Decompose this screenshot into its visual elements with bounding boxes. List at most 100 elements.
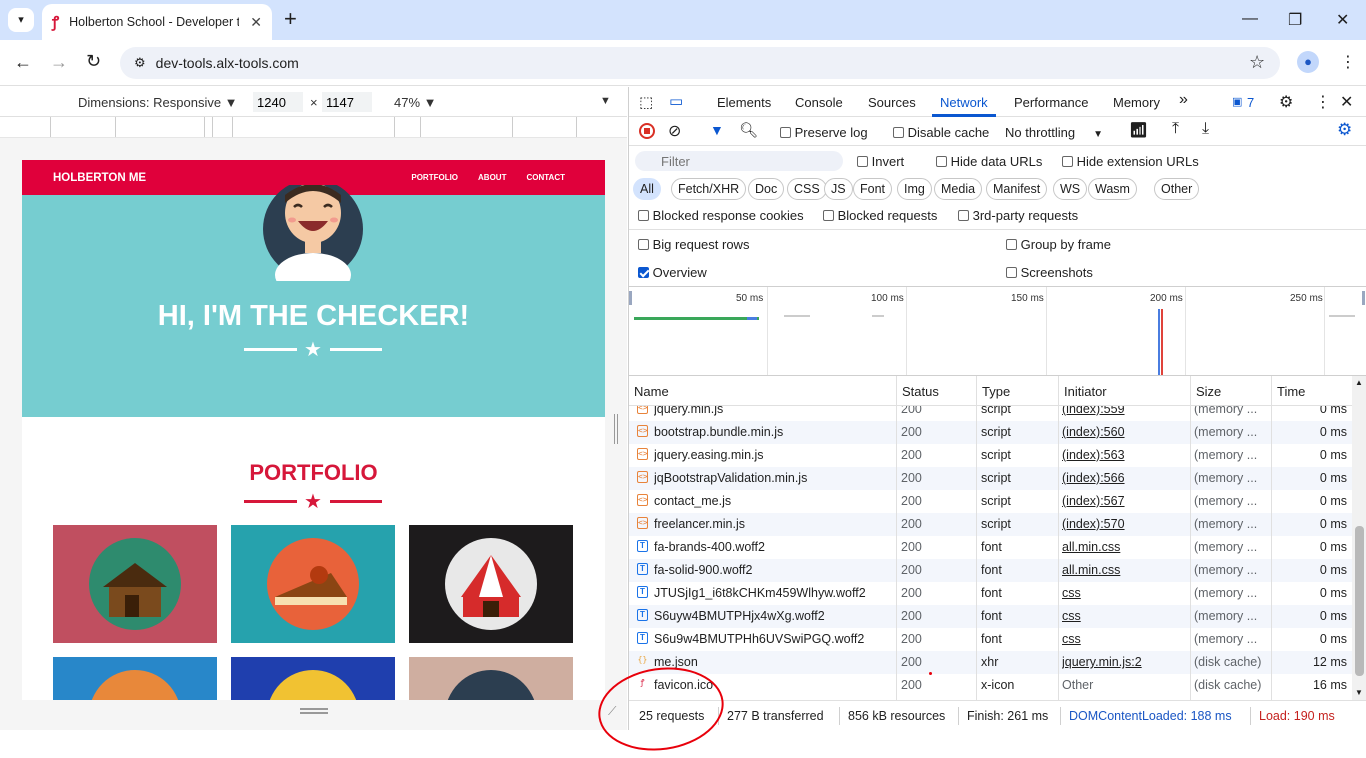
request-initiator[interactable]: css xyxy=(1062,609,1187,623)
request-row[interactable]: T S6u9w4BMUTPHh6UVSwiPGQ.woff2 200 font css (… xyxy=(629,628,1352,651)
zoom-dropdown[interactable]: 47% ▼ xyxy=(394,95,437,110)
device-more-dropdown[interactable]: ▼ xyxy=(600,95,611,107)
browser-menu-icon[interactable]: ⋮ xyxy=(1340,52,1356,72)
col-time[interactable]: Time xyxy=(1271,376,1352,406)
viewport-resize-handle[interactable] xyxy=(614,414,618,444)
bookmark-star-icon[interactable]: ☆ xyxy=(1249,52,1265,73)
type-fetch-xhr[interactable]: Fetch/XHR xyxy=(671,178,747,200)
export-har-icon[interactable]: ⤓ xyxy=(1202,120,1209,138)
col-status[interactable]: Status xyxy=(896,376,977,406)
portfolio-item-cake[interactable] xyxy=(231,525,395,643)
request-row[interactable]: <> jqBootstrapValidation.min.js 200 script (… xyxy=(629,467,1352,490)
big-request-rows-checkbox[interactable] xyxy=(638,239,649,250)
type-font[interactable]: Font xyxy=(853,178,893,200)
more-tabs-icon[interactable]: » xyxy=(1179,91,1188,109)
request-row[interactable]: ꝭ favicon.ico 200 x-icon Other (disk cache) 16… xyxy=(629,674,1352,697)
type-wasm[interactable]: Wasm xyxy=(1088,178,1137,200)
request-initiator[interactable]: css xyxy=(1062,632,1187,646)
tab-console[interactable]: Console xyxy=(795,95,843,110)
overview-handle-right[interactable] xyxy=(1362,291,1365,305)
profile-avatar-icon[interactable]: ● xyxy=(1297,51,1319,73)
request-row[interactable]: Tfa-solid-900.woff2 200 font all.min.css (me… xyxy=(629,559,1352,582)
col-type[interactable]: Type xyxy=(976,376,1058,406)
request-row[interactable]: <> contact_me.js 200 script (index):567 (memo… xyxy=(629,490,1352,513)
network-settings-gear-icon[interactable]: ⚙ xyxy=(1337,120,1352,140)
window-close-button[interactable]: ✕ xyxy=(1336,10,1349,30)
overview-handle-left[interactable] xyxy=(629,291,632,305)
request-initiator[interactable]: jquery.min.js:2 xyxy=(1062,655,1187,669)
nav-link-contact[interactable]: CONTACT xyxy=(526,173,565,182)
blocked-response-cookies-checkbox[interactable] xyxy=(638,210,649,221)
scrollbar-thumb[interactable] xyxy=(1355,526,1364,676)
media-query-ruler[interactable] xyxy=(0,117,627,138)
portfolio-item-circus[interactable] xyxy=(409,525,573,643)
throttling-select[interactable]: No throttling ▼ xyxy=(1005,125,1103,140)
tab-search-button[interactable]: ▾ xyxy=(8,8,34,32)
portfolio-item-5[interactable] xyxy=(231,657,395,700)
portfolio-item-cabin[interactable] xyxy=(53,525,217,643)
dimensions-dropdown[interactable]: Dimensions: Responsive ▼ xyxy=(78,95,238,110)
group-by-frame-checkbox[interactable] xyxy=(1006,239,1017,250)
request-initiator[interactable]: all.min.css xyxy=(1062,563,1187,577)
record-stop-icon[interactable] xyxy=(639,123,655,139)
network-overview-timeline[interactable]: 50 ms 100 ms 150 ms 200 ms 250 ms xyxy=(629,286,1366,376)
col-name[interactable]: Name xyxy=(629,376,897,406)
import-har-icon[interactable]: ⤒ xyxy=(1172,120,1179,138)
request-initiator[interactable]: all.min.css xyxy=(1062,540,1187,554)
reload-icon[interactable]: ↻ xyxy=(86,51,101,72)
third-party-checkbox[interactable] xyxy=(958,210,969,221)
col-size[interactable]: Size xyxy=(1190,376,1272,406)
scroll-down-icon[interactable]: ▼ xyxy=(1355,688,1363,697)
address-bar[interactable]: ⚙ dev-tools.alx-tools.com xyxy=(120,47,1280,79)
tab-sources[interactable]: Sources xyxy=(868,95,916,110)
type-all[interactable]: All xyxy=(633,178,661,200)
type-other[interactable]: Other xyxy=(1154,178,1200,200)
request-initiator[interactable]: (index):563 xyxy=(1062,448,1187,462)
request-initiator[interactable]: (index):566 xyxy=(1062,471,1187,485)
overview-checkbox[interactable] xyxy=(638,267,649,278)
portfolio-item-4[interactable] xyxy=(53,657,217,700)
preserve-log-checkbox[interactable] xyxy=(780,127,791,138)
request-initiator[interactable]: (index):560 xyxy=(1062,425,1187,439)
filter-input[interactable] xyxy=(635,151,843,171)
minimize-button[interactable]: — xyxy=(1242,10,1258,28)
request-row[interactable]: T S6uyw4BMUTPHjx4wXg.woff2 200 font css (memo… xyxy=(629,605,1352,628)
request-row[interactable]: <> jquery.easing.min.js 200 script (index):5… xyxy=(629,444,1352,467)
network-conditions-icon[interactable]: 📶︎ xyxy=(1129,121,1148,139)
browser-tab[interactable]: ꝭ Holberton School - Developer t ✕ xyxy=(42,4,272,40)
type-img[interactable]: Img xyxy=(897,178,932,200)
forward-icon[interactable]: → xyxy=(50,52,68,73)
portfolio-item-6[interactable] xyxy=(409,657,573,700)
settings-gear-icon[interactable]: ⚙ xyxy=(1279,92,1293,112)
table-scrollbar[interactable]: ▲ ▼ xyxy=(1352,376,1366,700)
request-row[interactable]: {} me.json 200 xhr jquery.min.js:2 (disk cach… xyxy=(629,651,1352,674)
hide-extension-urls-checkbox[interactable] xyxy=(1062,156,1073,167)
inspect-element-icon[interactable]: ⬚ xyxy=(639,93,653,111)
tab-performance[interactable]: Performance xyxy=(1014,95,1088,110)
request-initiator[interactable]: css xyxy=(1062,586,1187,600)
issues-icon[interactable]: ▣ xyxy=(1232,95,1242,108)
type-doc[interactable]: Doc xyxy=(748,178,785,200)
request-initiator[interactable]: (index):567 xyxy=(1062,494,1187,508)
request-row[interactable]: <> bootstrap.bundle.min.js 200 script (index… xyxy=(629,421,1352,444)
devtools-menu-icon[interactable]: ⋮ xyxy=(1315,92,1331,112)
nav-link-portfolio[interactable]: PORTFOLIO xyxy=(411,173,458,182)
tab-network[interactable]: Network xyxy=(940,95,988,110)
request-initiator[interactable]: (index):559 xyxy=(1062,406,1187,416)
back-icon[interactable]: ← xyxy=(14,52,32,73)
close-devtools-icon[interactable]: ✕ xyxy=(1340,92,1353,112)
scroll-up-icon[interactable]: ▲ xyxy=(1355,378,1363,387)
request-row[interactable]: Tfa-brands-400.woff2 200 font all.min.css (m… xyxy=(629,536,1352,559)
request-initiator[interactable]: (index):570 xyxy=(1062,517,1187,531)
type-media[interactable]: Media xyxy=(934,178,983,200)
site-info-icon[interactable]: ⚙ xyxy=(134,55,146,71)
bottom-resize-handle[interactable] xyxy=(300,708,328,714)
viewport-width-input[interactable] xyxy=(253,92,303,112)
invert-checkbox[interactable] xyxy=(857,156,868,167)
issues-count[interactable]: 7 xyxy=(1247,95,1254,110)
request-row[interactable]: <> jquery.min.js 200 script (index):559 (memo… xyxy=(629,406,1352,421)
type-ws[interactable]: WS xyxy=(1053,178,1088,200)
disable-cache-checkbox[interactable] xyxy=(893,127,904,138)
search-icon[interactable]: 🔍︎ xyxy=(739,121,758,139)
blocked-requests-checkbox[interactable] xyxy=(823,210,834,221)
